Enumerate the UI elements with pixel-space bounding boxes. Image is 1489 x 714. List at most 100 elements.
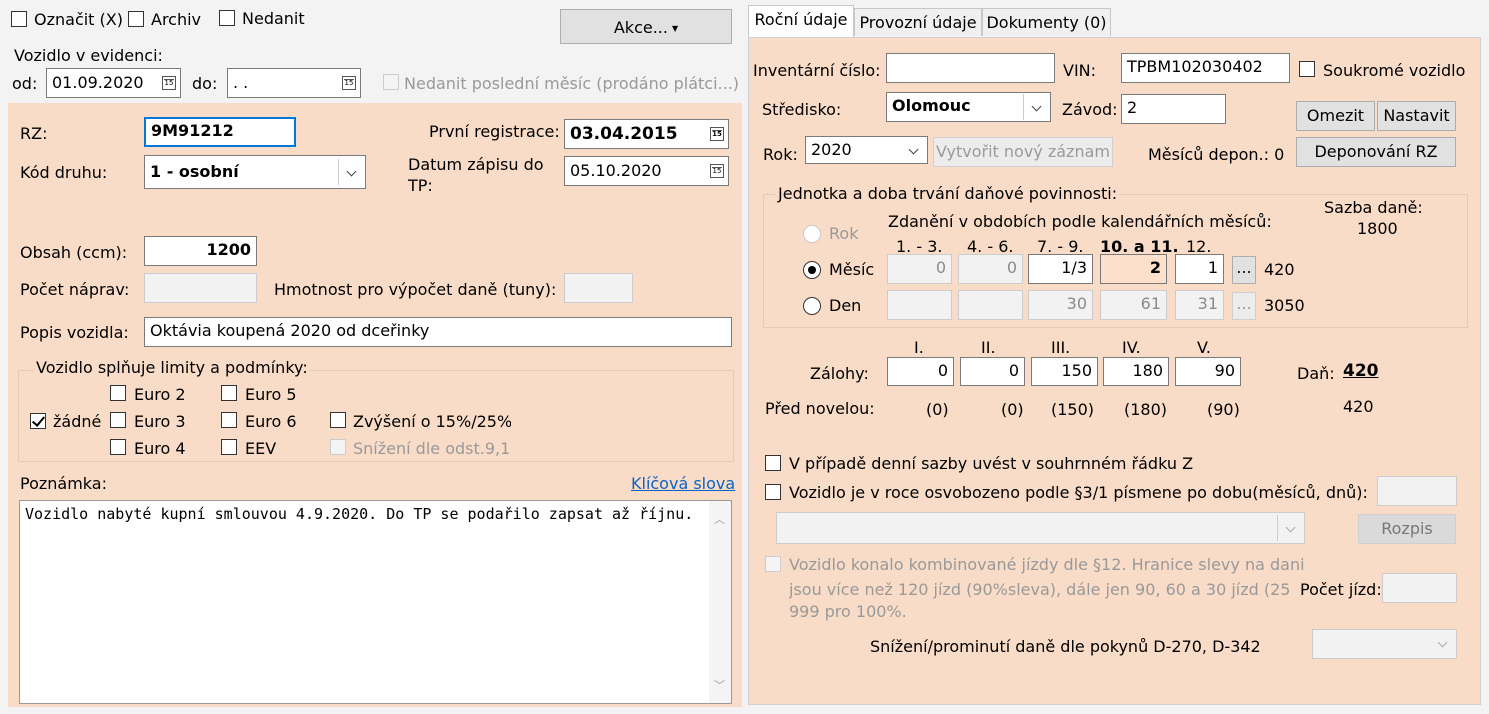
stredisko-select[interactable]: Olomouc [886, 92, 1051, 122]
chevron-down-icon[interactable] [338, 159, 365, 185]
calendar-icon[interactable]: 15 [710, 164, 724, 178]
pocet-jizd-input[interactable] [1382, 573, 1457, 603]
mesic-period-1[interactable]: 0 [887, 254, 952, 284]
zaloha-4[interactable]: 180 [1103, 357, 1169, 386]
euro6-checkbox[interactable] [221, 412, 237, 428]
mesic-period-3[interactable]: 1/3 [1028, 254, 1093, 284]
nedanit-posledni-label: Nedanit poslední měsíc (prodáno plátci..… [404, 74, 740, 93]
den-period-3[interactable]: 30 [1028, 290, 1093, 320]
pocet-naprav-input[interactable] [144, 273, 257, 303]
zavod-input[interactable]: 2 [1121, 94, 1226, 124]
vin-input[interactable]: TPBM102030402 [1121, 53, 1290, 83]
nastavit-button[interactable]: Nastavit [1377, 101, 1456, 131]
pred-value-5: (90) [1207, 400, 1240, 419]
do-date-input[interactable]: . . 15 [227, 68, 361, 98]
mesic-period-4[interactable]: 2 [1100, 254, 1167, 284]
euro2-checkbox[interactable] [110, 385, 126, 401]
prvni-registrace-value: 03.04.2015 [570, 124, 678, 144]
denni-sazba-checkbox[interactable] [765, 455, 781, 471]
den-radio-label: Den [829, 296, 862, 315]
poznamka-text: Vozidlo nabyté kupní smlouvou 4.9.2020. … [25, 505, 694, 523]
rok-select[interactable]: 2020 [805, 136, 928, 164]
rozpis-button[interactable]: Rozpis [1358, 514, 1456, 544]
vytvorit-zaznam-button[interactable]: Vytvořit nový záznam [933, 137, 1113, 167]
popis-input[interactable]: Oktávia koupená 2020 od dceřinky [144, 317, 732, 347]
zadne-checkbox[interactable] [30, 413, 46, 429]
snizeni-label: Snížení dle odst.9,1 [353, 439, 511, 458]
hmotnost-input[interactable] [564, 273, 633, 303]
zaloha-2[interactable]: 0 [960, 357, 1025, 386]
mesic-period-2[interactable]: 0 [958, 254, 1023, 284]
chevron-down-icon[interactable] [1430, 630, 1456, 658]
osvobozeni-pismeno-select[interactable] [776, 512, 1305, 544]
zaloha-1[interactable]: 0 [887, 357, 954, 386]
akce-button[interactable]: Akce... ▼ [560, 9, 732, 44]
datum-zapisu-input[interactable]: 05.10.2020 15 [564, 156, 729, 186]
osvobozeno-label: Vozidlo je v roce osvobozeno podle §3/1 … [789, 483, 1181, 502]
archiv-checkbox[interactable] [128, 11, 144, 27]
omezit-button[interactable]: Omezit [1296, 101, 1375, 131]
pred-value-1: (0) [926, 400, 949, 419]
obsah-input[interactable]: 1200 [144, 236, 257, 266]
nedanit-checkbox[interactable] [219, 10, 235, 26]
den-period-1[interactable] [887, 290, 952, 320]
pocet-naprav-label: Počet náprav: [20, 280, 130, 299]
kod-druhu-select[interactable]: 1 - osobní [144, 155, 366, 189]
dan-value[interactable]: 420 [1343, 361, 1379, 381]
zalohy-header-5: V. [1197, 338, 1211, 357]
calendar-icon[interactable]: 15 [162, 76, 176, 90]
chevron-down-icon[interactable] [901, 137, 927, 163]
akce-dropdown-icon: ▼ [671, 24, 679, 33]
calendar-icon[interactable]: 15 [342, 76, 356, 90]
den-period-2[interactable] [958, 290, 1023, 320]
zalohy-header-3: III. [1051, 338, 1071, 357]
mesic-total: 420 [1264, 260, 1295, 279]
limity-title: Vozidlo splňuje limity a podmínky: [34, 358, 310, 378]
chevron-up-icon[interactable]: ︿ [714, 511, 725, 527]
zvyseni-checkbox[interactable] [330, 412, 346, 428]
prvni-registrace-input[interactable]: 03.04.2015 15 [564, 119, 729, 149]
mesic-radio[interactable] [803, 261, 821, 279]
den-ellipsis-button[interactable]: ... [1232, 292, 1256, 320]
euro4-checkbox[interactable] [110, 439, 126, 455]
den-radio[interactable] [803, 297, 821, 315]
euro3-checkbox[interactable] [110, 412, 126, 428]
po-dobu-input[interactable] [1377, 476, 1457, 506]
calendar-icon[interactable]: 15 [710, 127, 724, 141]
kombinovane-checkbox[interactable] [765, 556, 781, 572]
klicova-slova-link[interactable]: Klíčová slova [631, 474, 735, 494]
den-period-4[interactable]: 61 [1100, 290, 1167, 320]
nedanit-posledni-checkbox[interactable] [383, 74, 399, 90]
textarea-scrollbar[interactable]: ︿ ﹀ [709, 501, 731, 703]
mesic-ellipsis-button[interactable]: ... [1232, 256, 1256, 284]
euro5-checkbox[interactable] [221, 385, 237, 401]
zaloha-3[interactable]: 150 [1031, 357, 1098, 386]
poznamka-textarea[interactable]: Vozidlo nabyté kupní smlouvou 4.9.2020. … [19, 500, 732, 704]
rok-value: 2020 [811, 140, 852, 159]
po-dobu-label: po dobu(měsíců, dnů): [1187, 483, 1368, 502]
osvobozeno-checkbox[interactable] [765, 484, 781, 500]
chevron-down-icon[interactable]: ﹀ [714, 677, 725, 693]
pred-value-2: (0) [1001, 400, 1024, 419]
deponovani-button[interactable]: Deponování RZ [1296, 137, 1456, 167]
inventarni-input[interactable] [886, 53, 1055, 83]
euro3-label: Euro 3 [134, 412, 186, 431]
mesic-period-5[interactable]: 1 [1175, 254, 1224, 284]
snizeni-pokyny-select[interactable] [1312, 629, 1457, 659]
soukrome-label: Soukromé vozidlo [1323, 61, 1466, 80]
chevron-down-icon[interactable] [1023, 94, 1050, 120]
zaloha-5[interactable]: 90 [1175, 357, 1241, 386]
tab-provozni-udaje[interactable]: Provozní údaje [854, 8, 982, 36]
rz-input[interactable]: 9M91212 [144, 117, 296, 147]
den-period-5[interactable]: 31 [1175, 290, 1224, 320]
tab-dokumenty[interactable]: Dokumenty (0) [982, 8, 1111, 36]
eev-checkbox[interactable] [221, 439, 237, 455]
rok-radio[interactable] [803, 225, 821, 243]
oznacit-checkbox[interactable] [11, 11, 27, 27]
euro4-label: Euro 4 [134, 439, 186, 458]
tab-rocni-udaje[interactable]: Roční údaje [748, 5, 854, 37]
soukrome-checkbox[interactable] [1299, 61, 1315, 77]
od-date-input[interactable]: 01.09.2020 15 [46, 68, 181, 98]
chevron-down-icon[interactable] [1277, 515, 1304, 541]
snizeni-checkbox[interactable] [330, 439, 346, 455]
